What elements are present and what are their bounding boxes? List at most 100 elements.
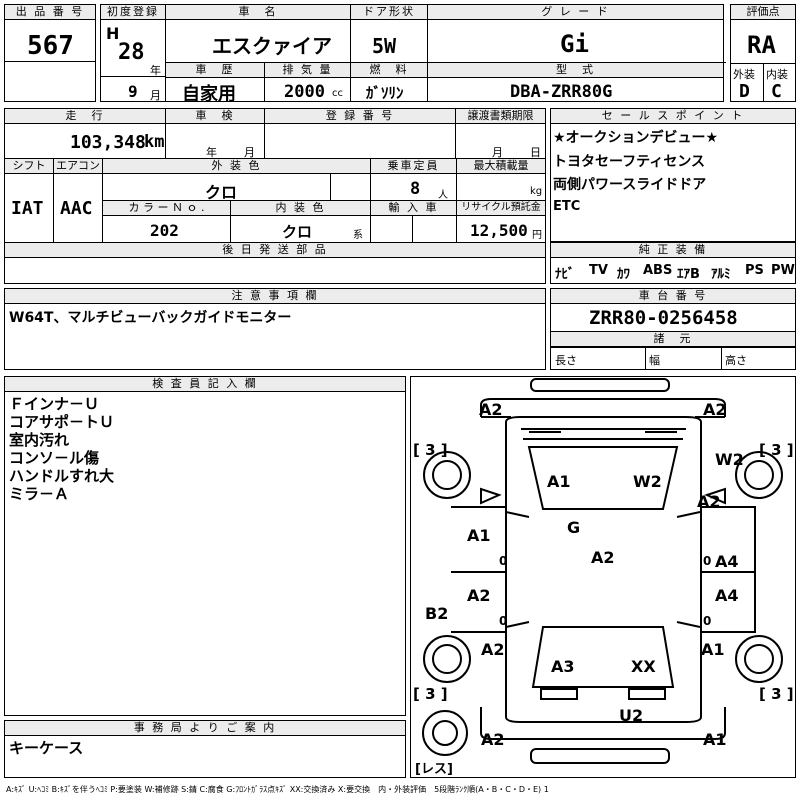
disp-value: 2000 bbox=[284, 82, 325, 102]
tyre-fr: [ 3 ] bbox=[759, 441, 794, 459]
mark-front-left: A2 bbox=[479, 400, 503, 419]
history-label: 車 歴 bbox=[166, 63, 264, 78]
reg-month-unit: 月 bbox=[150, 89, 161, 102]
recycle-value: 12,500 bbox=[470, 221, 528, 240]
mark-quarter-right: A1 bbox=[701, 640, 725, 659]
inspector-line: ミラ－Ａ bbox=[9, 485, 70, 503]
lot-number: 567 bbox=[27, 31, 74, 61]
mileage-value: 103,348 bbox=[70, 132, 146, 153]
grade-value: Gi bbox=[560, 30, 589, 58]
equip-item: ABS bbox=[643, 263, 673, 278]
recycle-label: リサイクル預託金 bbox=[457, 201, 545, 216]
dim-length: 長さ bbox=[555, 354, 577, 367]
equip-item: PS bbox=[745, 263, 764, 278]
equip-item: PW bbox=[771, 263, 795, 278]
inspector-line: 室内汚れ bbox=[9, 431, 70, 449]
intcolor-unit: 系 bbox=[353, 230, 363, 241]
mark-sill-left-b2: B2 bbox=[425, 604, 448, 623]
sales-label: セ ー ル ス ポ イ ン ト bbox=[551, 109, 795, 124]
car-outline: [ 3 ] [ 3 ] [ 3 ] [ 3 ] [レス] A2 A2 W2 A2… bbox=[413, 378, 794, 777]
sales-line-4: ETC bbox=[553, 199, 581, 214]
damage-diagram: [ 3 ] [ 3 ] [ 3 ] [ 3 ] [レス] A2 A2 W2 A2… bbox=[410, 376, 796, 778]
equip-label: 純 正 装 備 bbox=[551, 243, 795, 258]
spare-tyre: [レス] bbox=[415, 762, 453, 777]
office-label: 事 務 局 よ り ご 案 内 bbox=[5, 721, 405, 736]
inspection-label: 車 検 bbox=[166, 109, 264, 124]
mark-trunk-a3: A3 bbox=[551, 657, 575, 676]
equip-item: TV bbox=[589, 263, 608, 278]
mark-roof: A2 bbox=[591, 548, 615, 567]
history-value: 自家用 bbox=[182, 84, 236, 105]
reg-year: 28 bbox=[118, 40, 145, 65]
door-label: ドア形状 bbox=[351, 5, 427, 20]
score-value: RA bbox=[747, 31, 776, 59]
mark-quarter-left: A2 bbox=[481, 640, 505, 659]
mileage-label: 走 行 bbox=[5, 109, 165, 124]
mark-rear-door-left-0: 0 bbox=[499, 614, 507, 628]
chassis-label: 車 台 番 号 bbox=[551, 289, 795, 304]
colorno-label: カ ラ ー Ｎ ｏ . bbox=[103, 201, 230, 216]
load-unit: kg bbox=[530, 186, 543, 197]
sales-box: セ ー ル ス ポ イ ン ト ★オークションデビュー★ トヨタセーフティセンス… bbox=[550, 108, 796, 242]
ac-value: AAC bbox=[60, 198, 93, 219]
reg-label: 初度登録 bbox=[101, 5, 165, 20]
colorno-value: 202 bbox=[150, 221, 179, 240]
mark-glass-g: G bbox=[567, 518, 580, 537]
office-text: キーケース bbox=[9, 739, 84, 757]
mark-rear-left: A2 bbox=[481, 730, 505, 749]
mark-fender-right-a2: A2 bbox=[697, 492, 721, 511]
sales-line-1: ★オークションデビュー★ bbox=[553, 130, 719, 146]
import-label: 輸 入 車 bbox=[371, 201, 456, 216]
fuel-label: 燃 料 bbox=[351, 63, 427, 78]
dim-width: 幅 bbox=[649, 354, 660, 367]
equip-item: ﾅﾋﾞ bbox=[555, 267, 575, 282]
car-name: エスクァイア bbox=[212, 34, 332, 58]
ext-label: 外装 bbox=[733, 68, 755, 81]
disp-unit: cc bbox=[332, 88, 343, 99]
inspector-box: 検 査 員 記 入 欄 Ｆインナ－Ｕ コアサポ－トＵ 室内汚れ コンソ－ル傷 ハ… bbox=[4, 376, 406, 716]
score-label: 評価点 bbox=[731, 5, 795, 20]
intcolor-value: クロ bbox=[282, 223, 313, 241]
mark-front-door-left: A1 bbox=[467, 526, 491, 545]
inspector-line: コアサポ－トＵ bbox=[9, 413, 115, 431]
notes-text: W64T、マルチビューバックガイドモニター bbox=[9, 310, 292, 326]
tyre-rr: [ 3 ] bbox=[759, 685, 794, 703]
tyre-rl: [ 3 ] bbox=[413, 685, 448, 703]
mark-front-right: A2 bbox=[703, 400, 727, 419]
inspector-label: 検 査 員 記 入 欄 bbox=[5, 377, 405, 392]
transfer-label: 譲渡書類期限 bbox=[456, 109, 545, 124]
name-label: 車 名 bbox=[166, 5, 350, 20]
recycle-unit: 円 bbox=[532, 230, 542, 241]
mark-front-door-right-0: 0 bbox=[703, 554, 711, 568]
intcolor-label: 内 装 色 bbox=[231, 201, 370, 216]
mark-hood-a1: A1 bbox=[547, 472, 571, 491]
legend-text: A:ｷｽﾞ U:ﾍｺﾐ B:ｷｽﾞを伴うﾍｺﾐ P:要塗装 W:補修跡 S:錆 … bbox=[6, 785, 549, 794]
ac-label: エアコン bbox=[54, 159, 102, 174]
sales-line-3: 両側パワースライドドア bbox=[553, 177, 707, 193]
disp-label: 排 気 量 bbox=[265, 63, 350, 78]
lot-box: 出 品 番 号 567 bbox=[4, 4, 96, 102]
later-label: 後 日 発 送 部 品 bbox=[5, 243, 545, 258]
chassis-value: ZRR80-0256458 bbox=[589, 307, 738, 329]
regno-label: 登 録 番 号 bbox=[265, 109, 455, 124]
mark-rear-door-right-0: 0 bbox=[703, 614, 711, 628]
dims-label: 諸 元 bbox=[551, 331, 795, 347]
model-label: 型 式 bbox=[428, 63, 723, 78]
shift-label: シフト bbox=[5, 159, 53, 174]
ext-value: D bbox=[739, 81, 750, 102]
mark-hood-w2: W2 bbox=[633, 472, 662, 491]
inspector-line: Ｆインナ－Ｕ bbox=[9, 395, 100, 413]
grade-label: グ レ ー ド bbox=[428, 5, 723, 20]
mark-rear-bumper-u2: U2 bbox=[619, 706, 643, 725]
fuel-value: ｶﾞｿﾘﾝ bbox=[366, 84, 404, 102]
notes-box: 注 意 事 項 欄 W64T、マルチビューバックガイドモニター bbox=[4, 288, 546, 370]
inspector-line: ハンドルすれ大 bbox=[9, 467, 115, 485]
reg-month: 9 bbox=[128, 82, 138, 101]
tyre-fl: [ 3 ] bbox=[413, 441, 448, 459]
color-label: 外 装 色 bbox=[103, 159, 370, 174]
mark-rear-door-right: A4 bbox=[715, 586, 739, 605]
shift-value: IAT bbox=[11, 198, 44, 219]
seats-label: 乗車定員 bbox=[371, 159, 456, 174]
sales-line-2: トヨタセーフティセンス bbox=[553, 154, 706, 170]
seats-unit: 人 bbox=[438, 190, 448, 201]
